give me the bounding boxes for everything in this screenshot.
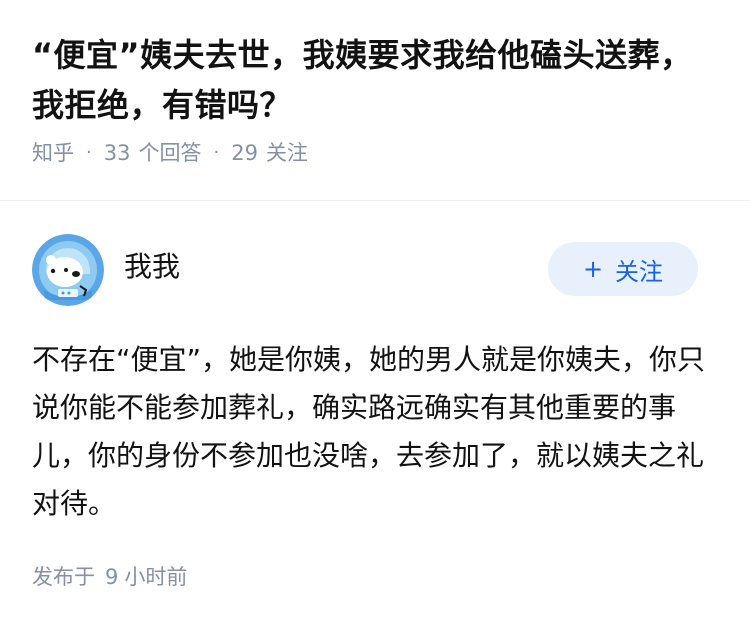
avatar[interactable]	[32, 234, 104, 306]
section-divider	[0, 200, 750, 201]
published-value: 9	[105, 565, 119, 589]
answer-count: 33	[103, 141, 131, 165]
follower-count: 29	[231, 141, 258, 165]
question-title[interactable]: “便宜”姨夫去世，我姨要求我给他磕头送葬，我拒绝，有错吗？	[32, 30, 712, 130]
plus-icon: +	[582, 255, 604, 283]
meta-separator: ·	[86, 142, 92, 163]
question-meta: 知乎 · 33 个回答 · 29 关注	[32, 138, 712, 168]
author-name[interactable]: 我我	[124, 250, 180, 284]
polar-bear-astronaut-icon	[32, 234, 104, 306]
answer-content[interactable]: 不存在“便宜”，她是你姨，她的男人就是你姨夫，你只说你能不能参加葬礼，确实路远确…	[32, 336, 718, 528]
follow-button-label: 关注	[615, 257, 664, 286]
published-unit: 小时前	[124, 565, 188, 589]
question-header: “便宜”姨夫去世，我姨要求我给他磕头送葬，我拒绝，有错吗？ 知乎 · 33 个回…	[32, 30, 712, 168]
follow-button[interactable]: + 关注	[548, 242, 698, 296]
published-prefix: 发布于	[32, 565, 95, 589]
author-row: 我我 + 关注	[32, 234, 718, 306]
follower-count-label: 关注	[265, 141, 308, 165]
published-time: 发布于 9 小时前	[32, 562, 187, 592]
source-label[interactable]: 知乎	[32, 138, 74, 168]
answer-count-label: 个回答	[138, 141, 202, 165]
meta-separator: ·	[213, 142, 220, 163]
